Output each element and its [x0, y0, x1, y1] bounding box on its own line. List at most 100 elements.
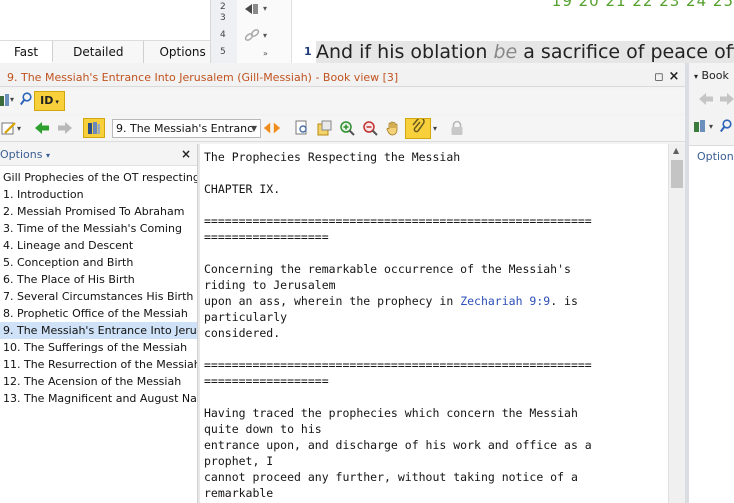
back-arrow-icon[interactable] [698, 92, 714, 110]
print-preview-icon[interactable] [293, 119, 311, 137]
book-text: The Prophecies Respecting the Messiah CH… [204, 149, 664, 501]
contents-panel-header: Options ▾ × [0, 144, 197, 166]
search-icon[interactable] [719, 119, 733, 137]
right-options-label[interactable]: Option [697, 150, 734, 163]
close-button[interactable]: × [668, 69, 680, 84]
book-toolbar-top: ▾ ID ▾ [0, 89, 685, 113]
doc-text-segment: . is [550, 294, 578, 308]
prev-next-icon[interactable] [263, 119, 281, 137]
book-section-select[interactable]: 9. The Messiah's Entranc ▼ [112, 119, 261, 138]
doc-rule: ================== [204, 230, 329, 244]
chevron-down-icon[interactable]: ▾ [10, 95, 14, 104]
id-dropdown-button[interactable]: ID ▾ [34, 91, 65, 111]
doc-line: remarkable [204, 486, 274, 500]
right-panel-title: ▾ Book [689, 69, 734, 87]
doc-line: entrance upon, and discharge of his work… [204, 438, 592, 452]
book-toolbar-bottom: ▾ 9. The Messiah's Entranc ▼ ▾ [0, 116, 685, 142]
forward-arrow-icon[interactable] [719, 92, 734, 110]
chevron-down-icon[interactable]: ▾ [709, 122, 713, 131]
doc-chapter: CHAPTER IX. [204, 182, 281, 196]
contents-list: Gill Prophecies of the OT respecting th 1… [0, 166, 197, 407]
toc-item[interactable]: 11. The Resurrection of the Messiah [0, 356, 197, 373]
line-number-gutter: 2 3 4 5 [210, 0, 237, 63]
right-book-panel: ▾ Book ▾ Option [689, 63, 734, 503]
toc-item[interactable]: Gill Prophecies of the OT respecting th [0, 169, 197, 186]
toc-item[interactable]: 1. Introduction [0, 186, 197, 203]
chevron-down-icon[interactable]: ▾ [263, 31, 267, 40]
contents-options-dropdown[interactable]: Options ▾ [0, 148, 50, 161]
chevron-down-icon: ▾ [55, 98, 59, 106]
zoom-in-icon[interactable] [338, 119, 356, 137]
chevron-down-icon: ▼ [250, 124, 257, 133]
highlight-clip-icon[interactable] [405, 117, 431, 139]
toc-item[interactable]: 2. Messiah Promised To Abraham [0, 203, 197, 220]
doc-line: quite down to his [204, 422, 322, 436]
scroll-up-icon[interactable]: ▲ [673, 146, 679, 155]
toc-item[interactable]: 6. The Place of His Birth [0, 271, 197, 288]
book-view-title: 9. The Messiah's Entrance Into Jerusalem… [7, 71, 399, 84]
zoom-out-icon[interactable] [361, 119, 379, 137]
line-number: 3 [220, 13, 226, 23]
toc-item[interactable]: 3. Time of the Messiah's Coming [0, 220, 197, 237]
chevron-down-icon[interactable]: ▾ [433, 124, 437, 133]
copy-icon[interactable] [316, 119, 334, 137]
book-view-title-bar: 9. The Messiah's Entrance Into Jerusalem… [0, 69, 685, 87]
mini-toolbar: ▾ ▾ » [237, 0, 292, 63]
contents-close-button[interactable]: × [181, 147, 191, 161]
toc-item[interactable]: 5. Conception and Birth [0, 254, 197, 271]
right-panel-title-text: Book [701, 69, 729, 82]
doc-line: upon an ass, wherein the prophecy in Zec… [204, 293, 664, 309]
book-select-value: 9. The Messiah's Entranc [116, 122, 254, 135]
verse-number-strip[interactable]: 19 20 21 22 23 24 25 [552, 0, 734, 10]
doc-rule: ========================================… [204, 358, 592, 372]
scripture-reference-link[interactable]: Zechariah 9:9 [460, 294, 550, 308]
doc-line: considered. [204, 326, 281, 340]
back-arrow-icon[interactable] [33, 119, 51, 137]
tab-detailed[interactable]: Detailed [53, 41, 145, 63]
toc-item[interactable]: 13. The Magnificent and August Name [0, 390, 197, 407]
scrollbar-thumb[interactable] [671, 160, 683, 188]
chevron-down-icon[interactable]: ▾ [263, 4, 267, 13]
right-panel-options: Option [689, 145, 734, 503]
chevron-down-icon[interactable]: ▾ [17, 124, 21, 133]
toc-item[interactable]: 8. Prophetic Office of the Messiah [0, 305, 197, 322]
line-number: 5 [220, 47, 226, 57]
book-stack-icon[interactable] [0, 93, 10, 111]
doc-rule: ================== [204, 374, 329, 388]
toc-item[interactable]: 7. Several Circumstances His Birth Fulf [0, 288, 197, 305]
library-books-icon[interactable] [83, 118, 105, 138]
bible-verse-line[interactable]: And if his oblation be a sacrifice of pe… [316, 41, 734, 63]
maximize-button[interactable]: ◻ [653, 70, 665, 84]
back-arrow-icon[interactable] [243, 1, 261, 17]
doc-line: riding to Jerusalem [204, 278, 336, 292]
vertical-scrollbar[interactable]: ▲ [668, 144, 685, 503]
book-stack-icon[interactable] [693, 119, 707, 137]
bible-view: 19 20 21 22 23 24 25 And if his oblation… [292, 0, 734, 63]
toc-item[interactable]: 4. Lineage and Descent [0, 237, 197, 254]
edit-note-icon[interactable] [0, 119, 18, 137]
search-icon[interactable] [19, 92, 33, 110]
doc-line: cannot proceed any further, without taki… [204, 470, 578, 484]
doc-line: particularly [204, 310, 288, 324]
book-text-view[interactable]: The Prophecies Respecting the Messiah CH… [200, 144, 668, 503]
doc-heading: The Prophecies Respecting the Messiah [204, 150, 461, 164]
link-icon[interactable] [243, 27, 261, 43]
bible-text-before: And if his oblation [316, 41, 494, 63]
forward-arrow-icon[interactable] [56, 119, 74, 137]
lock-icon[interactable] [448, 119, 466, 137]
view-mode-tabs: Fast Detailed Options [0, 40, 210, 63]
hand-pan-icon[interactable] [384, 119, 402, 137]
contents-panel: Options ▾ × Gill Prophecies of the OT re… [0, 144, 198, 503]
bible-text-after: a sacrifice of peace offe [517, 41, 734, 63]
chevron-down-icon[interactable]: ▾ [694, 72, 698, 81]
line-number: 4 [220, 30, 226, 40]
toc-item[interactable]: 12. The Acension of the Messiah [0, 373, 197, 390]
chevron-down-icon: ▾ [45, 151, 50, 160]
toc-item[interactable]: 10. The Sufferings of the Messiah [0, 339, 197, 356]
top-left-panel: Fast Detailed Options [0, 0, 210, 63]
double-chevron-down-icon[interactable]: » [263, 49, 268, 58]
verse-number: 1 [304, 45, 312, 58]
line-number: 2 [220, 2, 226, 12]
toc-item[interactable]: 9. The Messiah's Entrance Into Jerusal [0, 322, 197, 339]
tab-fast[interactable]: Fast [0, 41, 54, 63]
